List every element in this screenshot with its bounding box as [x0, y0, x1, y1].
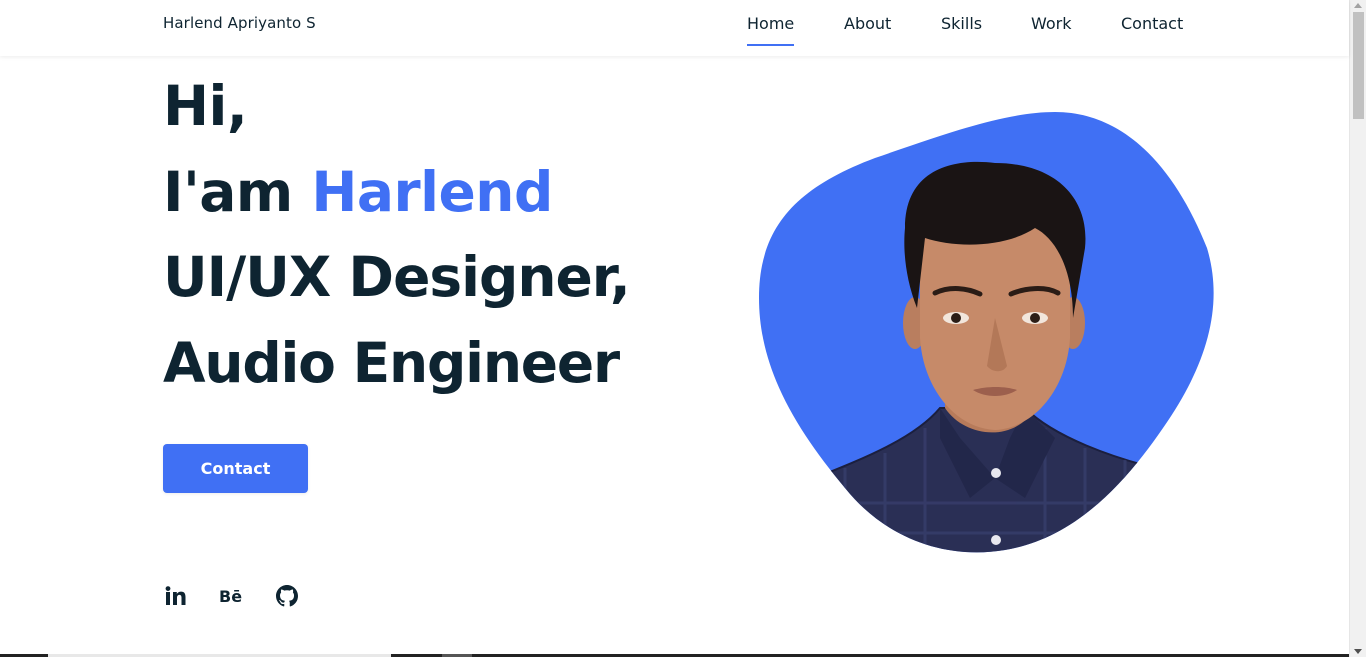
- linkedin-link[interactable]: [164, 583, 186, 609]
- nav-item-contact[interactable]: Contact: [1121, 14, 1183, 33]
- profile-photo: [759, 112, 1214, 553]
- github-link[interactable]: [276, 583, 298, 609]
- hero-greeting: Hi,: [163, 74, 248, 138]
- nav-item-about[interactable]: About: [844, 14, 891, 33]
- linkedin-icon: [165, 586, 186, 605]
- scroll-thumb[interactable]: [1353, 12, 1364, 119]
- hero-intro: I'am Harlend: [163, 160, 553, 224]
- github-icon: [276, 585, 298, 607]
- nav-item-work[interactable]: Work: [1031, 14, 1072, 33]
- hero-role-audio: Audio Engineer: [163, 331, 620, 395]
- vertical-scrollbar[interactable]: [1349, 0, 1366, 657]
- hero-intro-prefix: I'am: [163, 160, 312, 224]
- site-header: Harlend Apriyanto S Home About Skills Wo…: [0, 0, 1349, 56]
- portrait-blob: [759, 112, 1214, 553]
- behance-icon: Bē: [219, 586, 243, 606]
- nav-item-home[interactable]: Home: [747, 14, 795, 46]
- behance-link[interactable]: Bē: [219, 583, 242, 609]
- main-nav: Home About Skills Work Contact: [0, 14, 1349, 48]
- hero-name: Harlend: [311, 160, 553, 224]
- scroll-down-icon[interactable]: [1354, 649, 1362, 654]
- hero-role-designer: UI/UX Designer,: [163, 245, 631, 309]
- nav-item-skills[interactable]: Skills: [941, 14, 982, 33]
- scroll-up-icon[interactable]: [1354, 3, 1362, 8]
- page: Harlend Apriyanto S Home About Skills Wo…: [0, 0, 1366, 657]
- contact-button[interactable]: Contact: [163, 444, 308, 493]
